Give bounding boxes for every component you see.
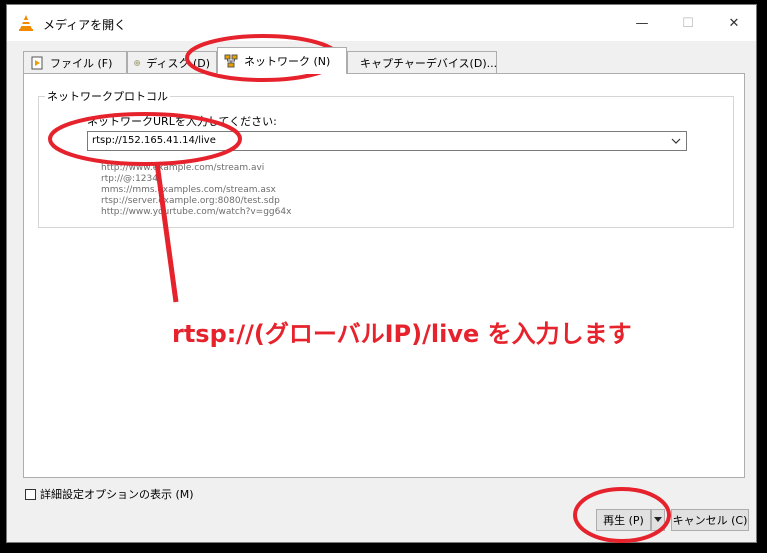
close-button[interactable]: ✕: [711, 5, 757, 41]
example-url: http://www.example.com/stream.avi: [101, 163, 265, 173]
example-url: rtp://@:1234: [101, 174, 158, 184]
tab-file[interactable]: ファイル (F): [23, 51, 127, 73]
play-button[interactable]: 再生 (P): [596, 509, 651, 531]
group-title: ネットワークプロトコル: [45, 88, 170, 104]
chevron-down-icon[interactable]: [670, 135, 682, 147]
minimize-icon: —: [635, 15, 649, 31]
url-label: ネットワークURLを入力してください:: [87, 115, 277, 128]
vlc-cone-icon: [19, 15, 33, 31]
network-url-input[interactable]: rtsp://152.165.41.14/live: [87, 131, 687, 151]
tab-capture-device[interactable]: キャプチャーデバイス(D)...: [347, 51, 497, 73]
file-icon: [31, 56, 43, 69]
close-icon: ✕: [728, 15, 740, 31]
play-dropdown-button[interactable]: [651, 509, 665, 531]
advanced-options-toggle[interactable]: 詳細設定オプションの表示 (M): [25, 486, 194, 502]
advanced-options-label: 詳細設定オプションの表示 (M): [40, 488, 194, 501]
tab-disc[interactable]: ディスク (D): [127, 51, 217, 73]
caret-down-icon: [654, 517, 662, 522]
window-title: メディアを開く: [43, 18, 127, 32]
example-url: http://www.yourtube.com/watch?v=gg64x: [101, 207, 292, 217]
tab-file-label: ファイル (F): [50, 56, 113, 70]
url-examples: http://www.example.com/stream.avi rtp://…: [101, 163, 291, 218]
example-url: mms://mms.examples.com/stream.asx: [101, 185, 276, 195]
example-url: rtsp://server.example.org:8080/test.sdp: [101, 196, 280, 206]
title-bar: メディアを開く — ☐ ✕: [7, 5, 756, 41]
tab-network[interactable]: ネットワーク (N): [217, 47, 347, 74]
network-panel: ネットワークプロトコル ネットワークURLを入力してください: rtsp://1…: [23, 73, 745, 478]
cancel-button[interactable]: キャンセル (C): [671, 509, 749, 531]
open-media-dialog: メディアを開く — ☐ ✕ ファイル (F) ディスク (D) ネットワーク (…: [6, 4, 757, 543]
cancel-button-label: キャンセル (C): [672, 514, 748, 527]
maximize-icon: ☐: [682, 15, 694, 31]
advanced-options-checkbox[interactable]: [25, 488, 36, 500]
tab-capture-device-label: キャプチャーデバイス(D)...: [360, 56, 498, 70]
network-protocol-group: ネットワークプロトコル ネットワークURLを入力してください: rtsp://1…: [38, 88, 734, 228]
network-icon: [224, 54, 238, 68]
tab-disc-label: ディスク (D): [146, 56, 210, 70]
tab-network-label: ネットワーク (N): [244, 55, 331, 68]
network-url-value: rtsp://152.165.41.14/live: [92, 135, 216, 146]
minimize-button[interactable]: —: [619, 5, 665, 41]
annotation-text: rtsp://(グローバルIP)/live を入力します: [172, 320, 632, 348]
play-button-label: 再生 (P): [603, 514, 644, 527]
disc-icon: [134, 59, 140, 66]
maximize-button[interactable]: ☐: [665, 5, 711, 41]
